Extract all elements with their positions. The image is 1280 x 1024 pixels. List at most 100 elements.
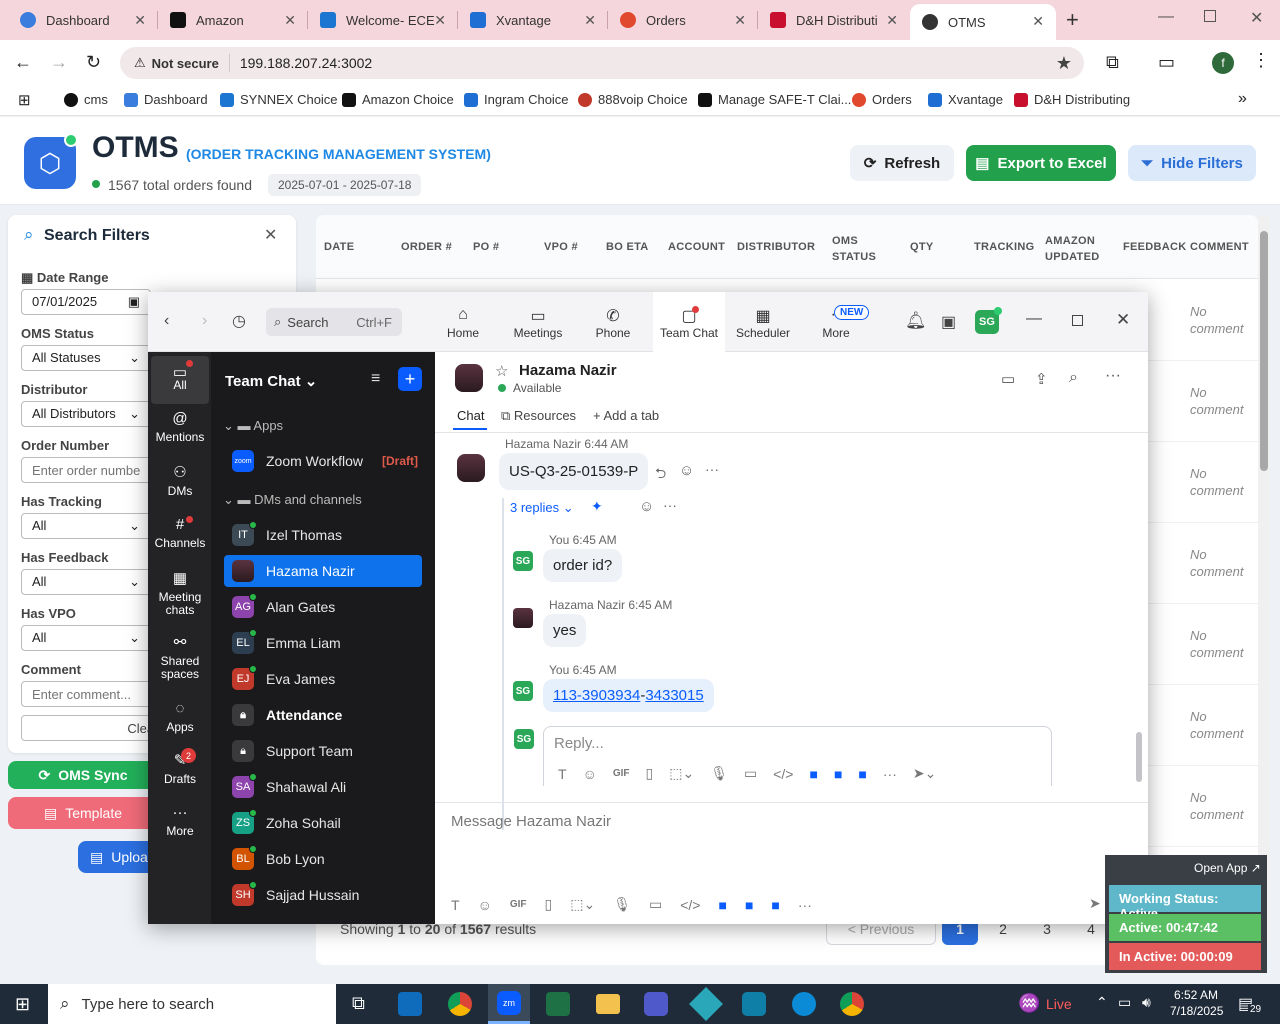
new-chat-button[interactable]: +	[398, 367, 422, 391]
comment-input[interactable]	[21, 681, 151, 707]
apps-section-header[interactable]: ⌄ ▬ Apps	[223, 418, 283, 434]
has-vpo-select[interactable]: All ⌄	[21, 625, 151, 651]
app-icon[interactable]: ■	[745, 897, 753, 913]
message-bubble[interactable]: US-Q3-25-01539-P	[499, 453, 649, 490]
app-diamond-icon[interactable]	[689, 987, 723, 1021]
apps-grid-icon[interactable]: ⊞	[18, 91, 31, 109]
list-item-contact[interactable]: ZS Zoha Sohail	[224, 807, 422, 839]
template-button[interactable]: ▤ Template	[8, 797, 158, 829]
app-icon[interactable]: ■	[834, 766, 842, 782]
code-snippet-icon[interactable]: </>	[680, 897, 700, 913]
back-icon[interactable]: ←	[14, 52, 32, 73]
rail-more[interactable]: ··· More	[151, 805, 209, 838]
emoji-icon[interactable]: ☺	[583, 766, 597, 782]
new-tab-icon[interactable]: +	[1066, 7, 1079, 33]
close-tab-icon[interactable]: ✕	[584, 12, 596, 29]
page-scrollbar[interactable]	[1258, 215, 1270, 945]
weather-icon[interactable]: ♒	[1018, 993, 1040, 1014]
close-tab-icon[interactable]: ✕	[134, 12, 146, 29]
open-app-link[interactable]: Open App ↗	[1194, 861, 1261, 875]
calendar-picker-icon[interactable]: ▣	[128, 294, 140, 310]
app-icon[interactable]: ■	[718, 897, 726, 913]
date-start-input[interactable]: 07/01/2025 ▣	[21, 289, 151, 315]
reply-avatar[interactable]: SG	[513, 551, 533, 571]
rail-meeting-chats[interactable]: ▦ Meeting chats	[151, 571, 209, 617]
excel-icon[interactable]	[546, 992, 570, 1016]
history-icon[interactable]: ◷	[232, 311, 246, 331]
gif-icon[interactable]: GIF	[613, 768, 630, 779]
more-dots-icon[interactable]: ···	[798, 897, 812, 913]
more-actions-icon[interactable]: ···	[705, 461, 719, 477]
minimize-window-icon[interactable]: —	[1158, 8, 1174, 26]
list-item-contact[interactable]: EJ Eva James	[224, 663, 422, 695]
column-header[interactable]: PO #	[473, 241, 499, 253]
file-icon[interactable]: ▯	[545, 896, 553, 913]
tab-welcome-ece[interactable]: Welcome- ECE ✕	[308, 0, 458, 40]
microphone-icon[interactable]: 🎙︎	[710, 765, 728, 782]
zoom-tab-more[interactable]: ··More	[801, 292, 871, 352]
reply-bubble[interactable]: order id?	[543, 549, 623, 582]
app-s-icon[interactable]	[742, 992, 766, 1016]
gif-icon[interactable]: GIF	[510, 899, 527, 910]
column-header[interactable]: TRACKING	[974, 241, 1034, 253]
back-chevron-icon[interactable]: ‹	[164, 312, 169, 330]
chrome-icon[interactable]	[448, 992, 472, 1016]
video-message-icon[interactable]: ▭	[649, 896, 662, 913]
send-icon[interactable]: ➤	[1089, 895, 1101, 912]
close-tab-icon[interactable]: ✕	[284, 12, 296, 29]
show-hidden-icons[interactable]: ⌃	[1096, 994, 1108, 1011]
list-item-zoom-workflow[interactable]: zoom Zoom Workflow [Draft]	[224, 445, 422, 477]
video-call-icon[interactable]: ▭	[1001, 370, 1015, 388]
message-input[interactable]: Message Hazama Nazir	[451, 813, 611, 830]
bookmark-ingram[interactable]: Ingram Choice	[464, 92, 569, 107]
rail-all[interactable]: ▭ All	[151, 356, 209, 404]
rail-channels[interactable]: # Channels	[151, 517, 209, 550]
windows-start-icon[interactable]: ⊞	[15, 994, 30, 1015]
upload-button[interactable]: ▤ Uploa	[78, 841, 158, 873]
rail-mentions[interactable]: @ Mentions	[151, 411, 209, 444]
tab-chat[interactable]: Chat	[457, 408, 484, 423]
reply-avatar[interactable]	[513, 608, 533, 628]
contact-avatar[interactable]	[455, 364, 483, 392]
forward-icon[interactable]: →	[50, 52, 68, 73]
star-icon[interactable]: ☆	[495, 362, 508, 380]
bookmark-star-icon[interactable]: ★	[1056, 53, 1072, 74]
more-dots-icon[interactable]: ···	[883, 766, 897, 782]
app-icon[interactable]: ■	[809, 766, 817, 782]
ai-sparkle-icon[interactable]: ✦	[591, 498, 603, 515]
close-tab-icon[interactable]: ✕	[1032, 13, 1044, 30]
volume-icon[interactable]: 🔊︎	[1142, 994, 1151, 1011]
column-header[interactable]: ORDER #	[401, 241, 452, 253]
more-bookmarks-icon[interactable]: »	[1238, 90, 1247, 108]
list-item-contact[interactable]: EL Emma Liam	[224, 627, 422, 659]
list-item-contact[interactable]: SA Shahawal Ali	[224, 771, 422, 803]
reply-in-thread-icon[interactable]: ⮌	[655, 463, 666, 487]
notification-bell-icon[interactable]: 🔔︎	[905, 311, 927, 331]
close-tab-icon[interactable]: ✕	[434, 12, 446, 29]
column-header[interactable]: QTY	[910, 241, 934, 253]
tab-amazon[interactable]: Amazon ✕	[158, 0, 308, 40]
tab-otms[interactable]: OTMS ✕	[910, 4, 1056, 40]
reply-bubble[interactable]: 113-3903934-3433015	[543, 679, 714, 712]
cast-icon[interactable]: ▭	[1158, 52, 1175, 73]
rail-drafts[interactable]: ✎ Drafts	[151, 753, 209, 786]
zoom-tab-home[interactable]: ⌂ Home	[428, 292, 498, 352]
reload-icon[interactable]: ↻	[86, 52, 101, 73]
task-view-icon[interactable]: ⧉	[352, 993, 365, 1014]
distributor-select[interactable]: All Distributors ⌄	[21, 401, 151, 427]
list-item-channel[interactable]: 🔒︎ Attendance	[224, 699, 422, 731]
zoom-tab-phone[interactable]: ✆ Phone	[578, 292, 648, 352]
team-chat-title[interactable]: Team Chat ⌄	[225, 372, 317, 390]
bookmark-safet[interactable]: Manage SAFE-T Clai...	[698, 92, 851, 107]
app-icon[interactable]: ■	[858, 766, 866, 782]
zoom-search-box[interactable]: ⌕ Search Ctrl+F	[266, 308, 402, 336]
order-number-input[interactable]	[21, 457, 151, 483]
reply-avatar[interactable]: SG	[513, 681, 533, 701]
bookmark-dh[interactable]: D&H Distributing	[1014, 92, 1130, 107]
menu-kebab-icon[interactable]: ⋮	[1252, 50, 1270, 71]
thread-reply-composer[interactable]: Reply... T ☺ GIF ▯ ⬚⌄ 🎙︎ ▭ </> ■ ■ ■ ···…	[543, 726, 1052, 786]
scrollbar-thumb[interactable]	[1260, 231, 1268, 471]
add-tab-button[interactable]: + Add a tab	[593, 408, 659, 423]
restore-window-icon[interactable]	[1204, 10, 1216, 22]
reply-input[interactable]: Reply...	[554, 735, 604, 752]
